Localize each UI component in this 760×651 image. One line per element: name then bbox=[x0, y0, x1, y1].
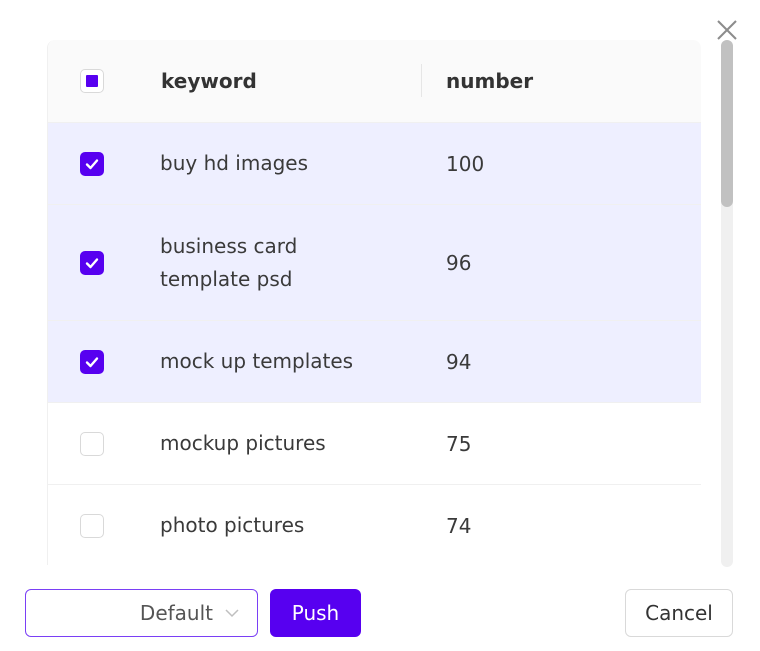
header-keyword[interactable]: keyword bbox=[160, 65, 446, 98]
check-icon bbox=[85, 158, 99, 169]
keyword-table: keyword number buy hd images 100 busines… bbox=[47, 40, 701, 565]
row-checkbox-cell bbox=[48, 151, 160, 176]
push-button[interactable]: Push bbox=[270, 589, 361, 637]
row-checkbox[interactable] bbox=[80, 349, 104, 374]
row-number: 100 bbox=[446, 151, 485, 176]
row-keyword: business card template psd bbox=[160, 233, 298, 291]
scrollbar-thumb[interactable] bbox=[721, 40, 733, 207]
row-checkbox-cell bbox=[48, 250, 160, 275]
table-header: keyword number bbox=[48, 40, 701, 123]
header-number[interactable]: number bbox=[446, 69, 701, 93]
scrollbar[interactable] bbox=[721, 40, 733, 567]
indeterminate-mark bbox=[86, 75, 98, 87]
row-checkbox[interactable] bbox=[80, 431, 104, 456]
row-keyword: photo pictures bbox=[160, 513, 305, 537]
table-row[interactable]: mock up templates 94 bbox=[48, 321, 701, 403]
row-keyword: buy hd images bbox=[160, 151, 309, 175]
row-number: 75 bbox=[446, 431, 472, 456]
row-keyword: mock up templates bbox=[160, 349, 354, 373]
table-row[interactable]: buy hd images 100 bbox=[48, 123, 701, 205]
check-icon bbox=[85, 257, 99, 268]
chevron-down-icon bbox=[225, 609, 239, 618]
table-row[interactable]: photo pictures 74 bbox=[48, 485, 701, 565]
row-keyword: mockup pictures bbox=[160, 431, 326, 455]
row-checkbox-cell bbox=[48, 349, 160, 374]
cancel-button[interactable]: Cancel bbox=[625, 589, 733, 637]
target-select[interactable]: Default bbox=[25, 589, 258, 637]
header-checkbox-cell bbox=[48, 69, 160, 93]
row-checkbox-cell bbox=[48, 431, 160, 456]
row-checkbox[interactable] bbox=[80, 151, 104, 176]
row-checkbox[interactable] bbox=[80, 513, 104, 538]
check-icon bbox=[85, 356, 99, 367]
row-number: 96 bbox=[446, 250, 472, 275]
row-checkbox[interactable] bbox=[80, 250, 104, 275]
row-checkbox-cell bbox=[48, 513, 160, 538]
column-divider bbox=[421, 64, 422, 97]
row-number: 74 bbox=[446, 513, 472, 538]
select-value: Default bbox=[139, 601, 213, 625]
table-row[interactable]: mockup pictures 75 bbox=[48, 403, 701, 485]
table-row[interactable]: business card template psd 96 bbox=[48, 205, 701, 321]
select-all-checkbox[interactable] bbox=[80, 69, 104, 93]
row-number: 94 bbox=[446, 349, 472, 374]
